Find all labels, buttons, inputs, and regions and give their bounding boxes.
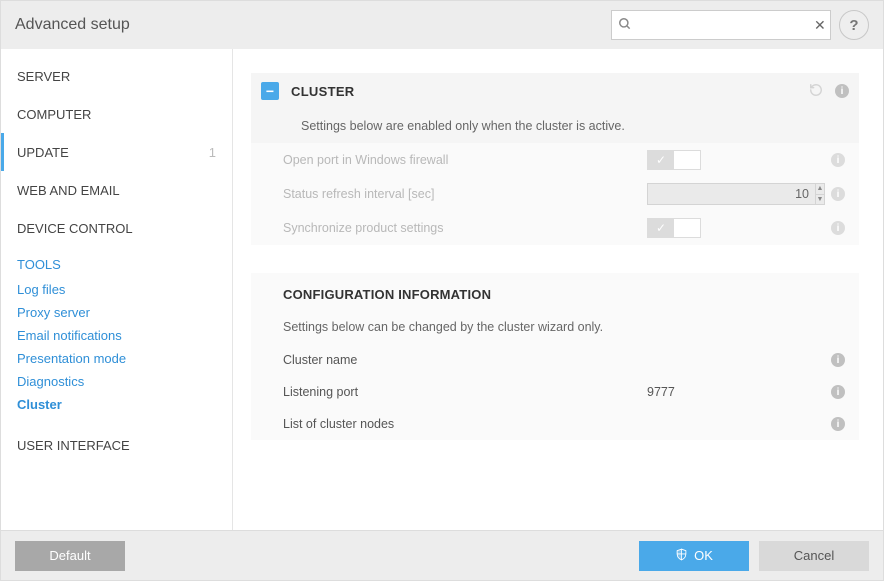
ok-button[interactable]: OK — [639, 541, 749, 571]
toggle-off — [674, 151, 700, 169]
footer: Default OK Cancel — [1, 530, 883, 580]
row-cluster-name: Cluster name i — [251, 344, 859, 376]
sidebar-item-count: 1 — [209, 145, 216, 160]
info-icon[interactable]: i — [831, 153, 845, 167]
listening-port-value: 9777 — [647, 385, 827, 399]
undo-icon[interactable] — [809, 83, 823, 100]
sidebar-item-label: COMPUTER — [17, 107, 91, 122]
row-firewall-control: ✓ — [647, 150, 827, 170]
spinner-down[interactable]: ▼ — [816, 195, 824, 205]
ok-button-label: OK — [694, 548, 713, 563]
body: SERVER COMPUTER UPDATE 1 WEB AND EMAIL DE… — [1, 49, 883, 530]
refresh-input[interactable] — [648, 187, 815, 201]
row-refresh-label: Status refresh interval [sec] — [283, 187, 647, 201]
spinner-arrows: ▲ ▼ — [815, 184, 824, 204]
toggle-on: ✓ — [648, 151, 674, 169]
row-sync-control: ✓ — [647, 218, 827, 238]
listening-port-label: Listening port — [283, 385, 647, 399]
sidebar-sub-proxy-server[interactable]: Proxy server — [1, 301, 232, 324]
config-info-desc: Settings below can be changed by the clu… — [251, 310, 859, 344]
help-button[interactable]: ? — [839, 10, 869, 40]
row-refresh: Status refresh interval [sec] ▲ ▼ i — [251, 177, 859, 211]
page-title: Advanced setup — [15, 16, 611, 34]
firewall-toggle[interactable]: ✓ — [647, 150, 701, 170]
titlebar: Advanced setup ✕ ? — [1, 1, 883, 49]
row-firewall-label: Open port in Windows firewall — [283, 153, 647, 167]
sidebar-item-label: UPDATE — [17, 145, 69, 160]
sidebar-sub-diagnostics[interactable]: Diagnostics — [1, 370, 232, 393]
search-box[interactable]: ✕ — [611, 10, 831, 40]
toggle-off — [674, 219, 700, 237]
row-sync: Synchronize product settings ✓ i — [251, 211, 859, 245]
sidebar: SERVER COMPUTER UPDATE 1 WEB AND EMAIL DE… — [1, 49, 233, 530]
sidebar-item-label: SERVER — [17, 69, 70, 84]
sidebar-item-computer[interactable]: COMPUTER — [1, 95, 232, 133]
sidebar-item-label: DEVICE CONTROL — [17, 221, 133, 236]
info-icon[interactable]: i — [831, 221, 845, 235]
row-cluster-nodes: List of cluster nodes i — [251, 408, 859, 440]
clear-search-icon[interactable]: ✕ — [812, 17, 828, 34]
sidebar-item-server[interactable]: SERVER — [1, 57, 232, 95]
sidebar-item-web-email[interactable]: WEB AND EMAIL — [1, 171, 232, 209]
search-icon — [618, 17, 632, 34]
toggle-on: ✓ — [648, 219, 674, 237]
row-refresh-control: ▲ ▼ — [647, 183, 827, 205]
collapse-toggle[interactable]: − — [261, 82, 279, 100]
row-listening-port: Listening port 9777 i — [251, 376, 859, 408]
sidebar-item-label: USER INTERFACE — [17, 438, 130, 453]
content-pane: − CLUSTER i Settings below are enabled o… — [233, 49, 883, 530]
default-button[interactable]: Default — [15, 541, 125, 571]
cancel-button[interactable]: Cancel — [759, 541, 869, 571]
sidebar-item-device-control[interactable]: DEVICE CONTROL — [1, 209, 232, 247]
sidebar-item-update[interactable]: UPDATE 1 — [1, 133, 232, 171]
cluster-desc: Settings below are enabled only when the… — [251, 109, 859, 143]
info-icon[interactable]: i — [831, 353, 845, 367]
refresh-spinner[interactable]: ▲ ▼ — [647, 183, 825, 205]
info-icon[interactable]: i — [831, 385, 845, 399]
spinner-up[interactable]: ▲ — [816, 184, 824, 195]
sidebar-item-user-interface[interactable]: USER INTERFACE — [1, 426, 232, 464]
cluster-name-label: Cluster name — [283, 353, 647, 367]
cluster-section-header: − CLUSTER i — [251, 73, 859, 109]
config-info-heading: CONFIGURATION INFORMATION — [251, 273, 859, 310]
cluster-heading: CLUSTER — [291, 84, 809, 99]
sidebar-item-label: WEB AND EMAIL — [17, 183, 120, 198]
search-input[interactable] — [636, 18, 812, 33]
sidebar-sub-cluster[interactable]: Cluster — [1, 393, 232, 416]
cluster-nodes-label: List of cluster nodes — [283, 417, 647, 431]
row-sync-label: Synchronize product settings — [283, 221, 647, 235]
info-icon[interactable]: i — [831, 187, 845, 201]
row-firewall: Open port in Windows firewall ✓ i — [251, 143, 859, 177]
sidebar-item-tools[interactable]: TOOLS — [1, 247, 232, 278]
spacer — [251, 245, 859, 273]
sync-toggle[interactable]: ✓ — [647, 218, 701, 238]
info-icon[interactable]: i — [831, 417, 845, 431]
sidebar-sub-presentation-mode[interactable]: Presentation mode — [1, 347, 232, 370]
shield-icon — [675, 548, 688, 564]
advanced-setup-window: Advanced setup ✕ ? SERVER COMPUTER UPDAT… — [0, 0, 884, 581]
sidebar-sub-log-files[interactable]: Log files — [1, 278, 232, 301]
sidebar-sub-email-notifications[interactable]: Email notifications — [1, 324, 232, 347]
info-icon[interactable]: i — [835, 84, 849, 98]
